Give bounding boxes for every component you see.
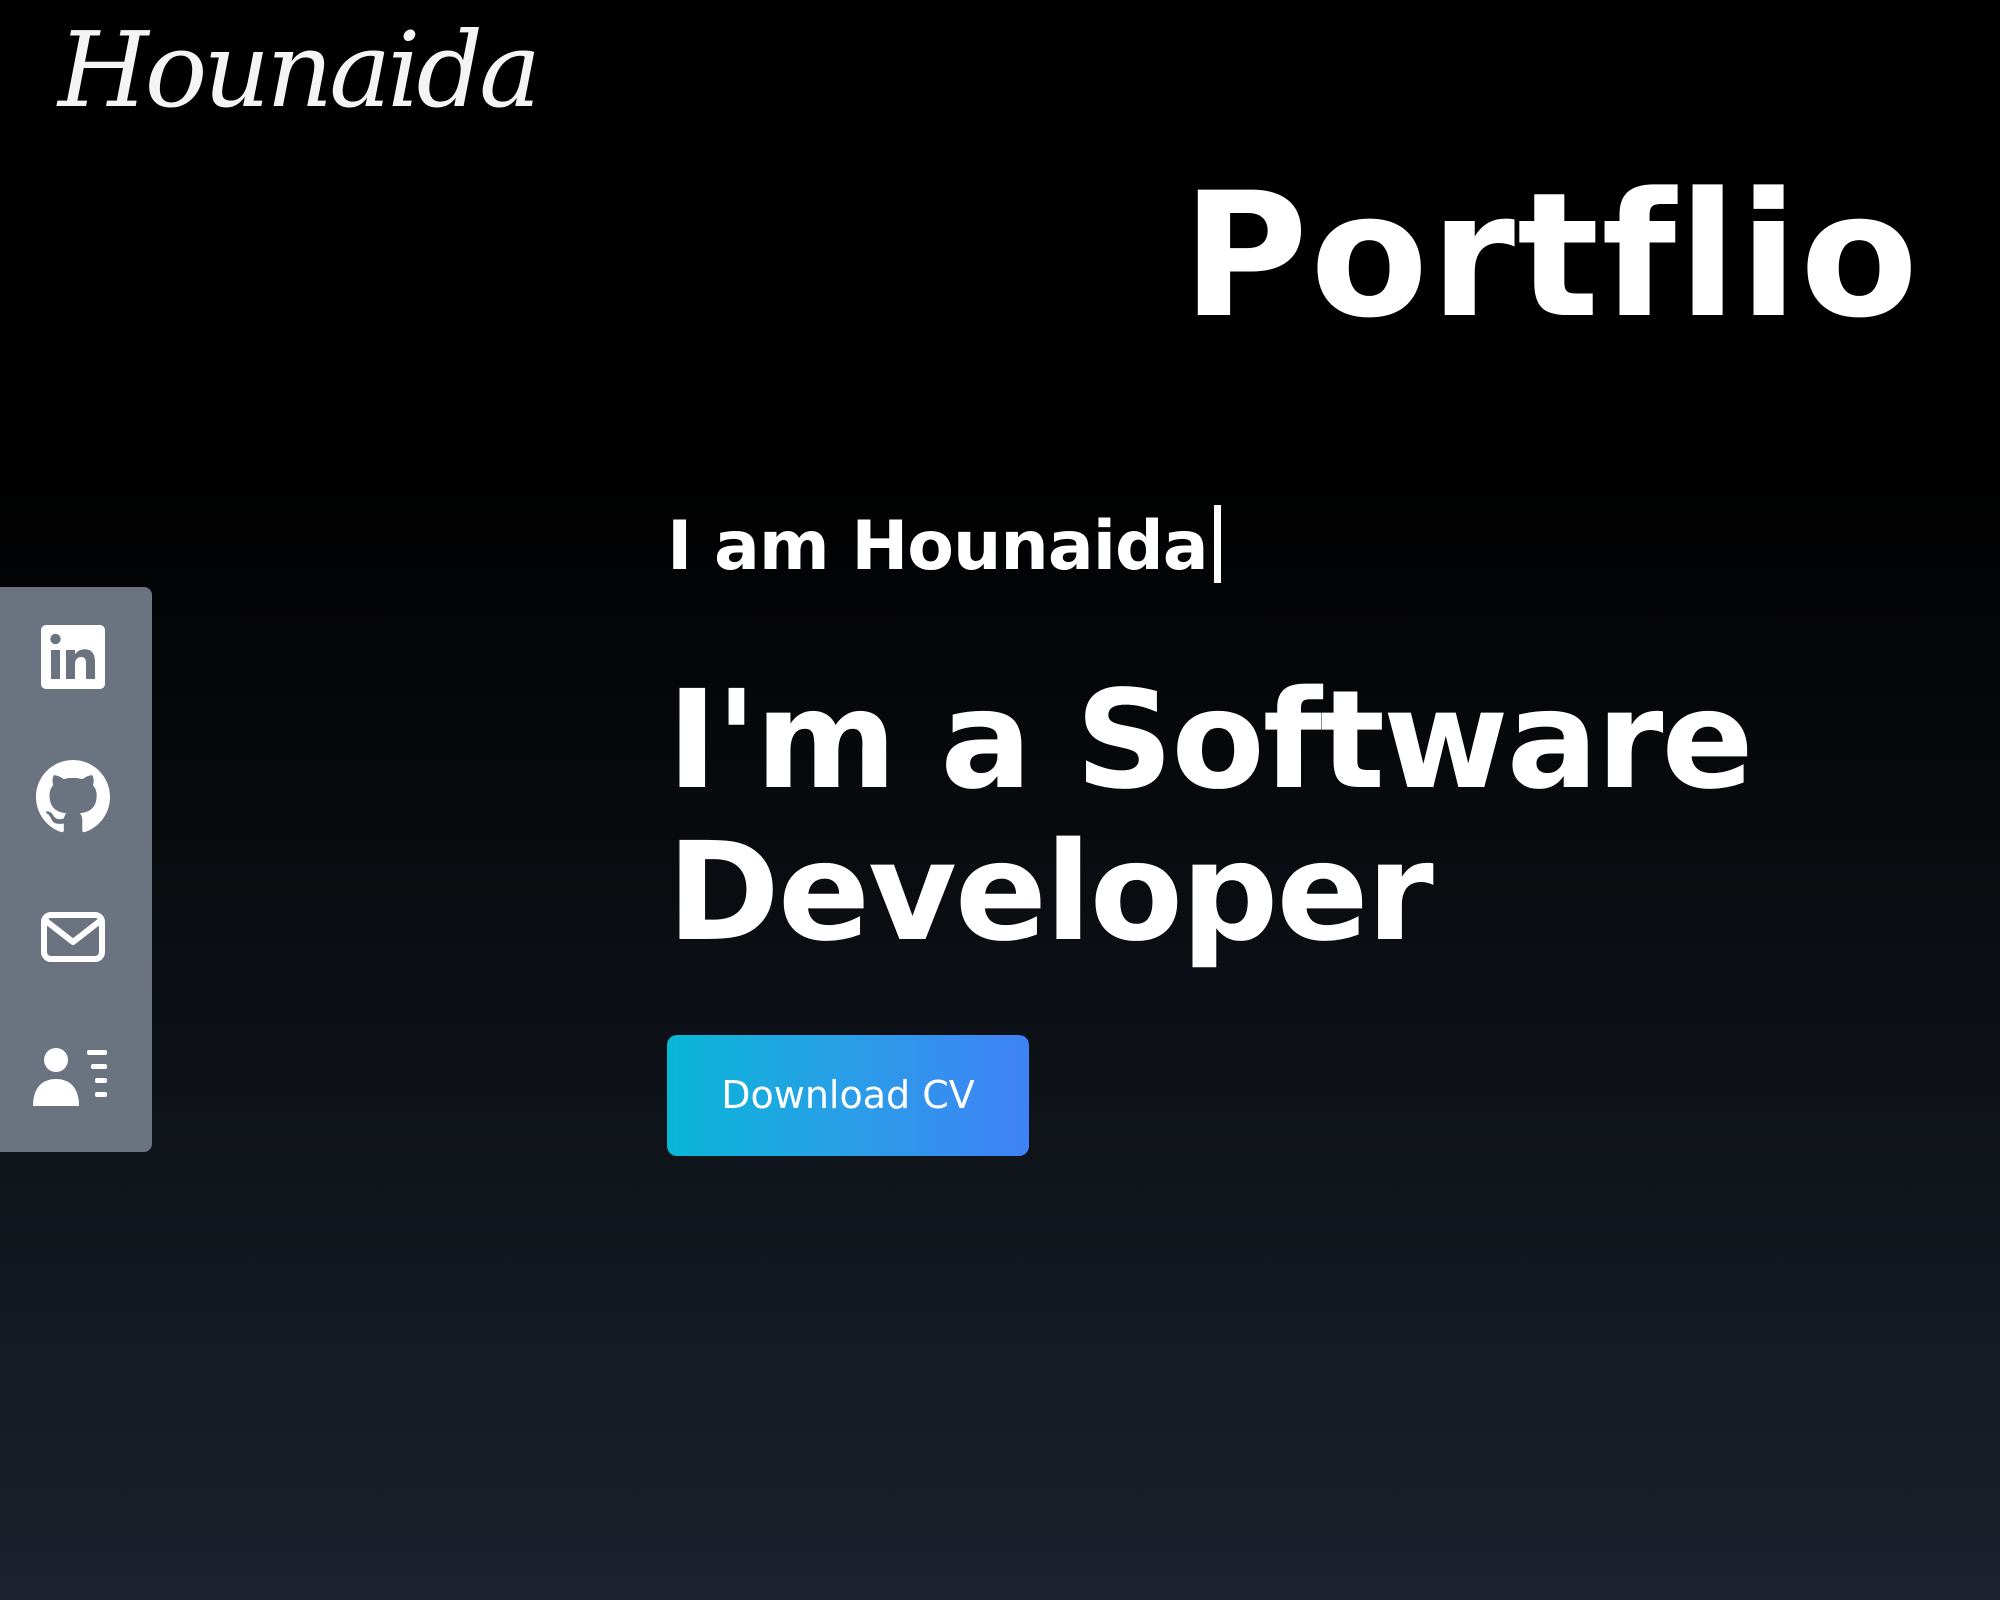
social-sidebar: [0, 587, 152, 1152]
headline-line-2: Developer: [667, 814, 1434, 972]
headline-line-1: I'm a Software: [667, 662, 1754, 820]
intro-text: I am Hounaida: [667, 507, 1209, 586]
typing-intro: I am Hounaida: [667, 505, 1221, 583]
github-link[interactable]: [0, 727, 146, 867]
hero-headline: I'm a Software Developer: [667, 662, 1754, 972]
github-icon: [36, 760, 110, 834]
typing-cursor: [1213, 505, 1221, 583]
user-list-icon: [33, 1046, 113, 1108]
hero-section: I am Hounaida I'm a Software Developer D…: [667, 0, 1867, 1600]
envelope-icon: [40, 911, 106, 963]
profile-link[interactable]: [0, 1007, 146, 1147]
site-logo[interactable]: Hounaida: [58, 18, 541, 122]
email-link[interactable]: [0, 867, 146, 1007]
download-cv-button[interactable]: Download CV: [667, 1035, 1029, 1156]
linkedin-icon: [39, 623, 107, 691]
linkedin-link[interactable]: [0, 587, 146, 727]
